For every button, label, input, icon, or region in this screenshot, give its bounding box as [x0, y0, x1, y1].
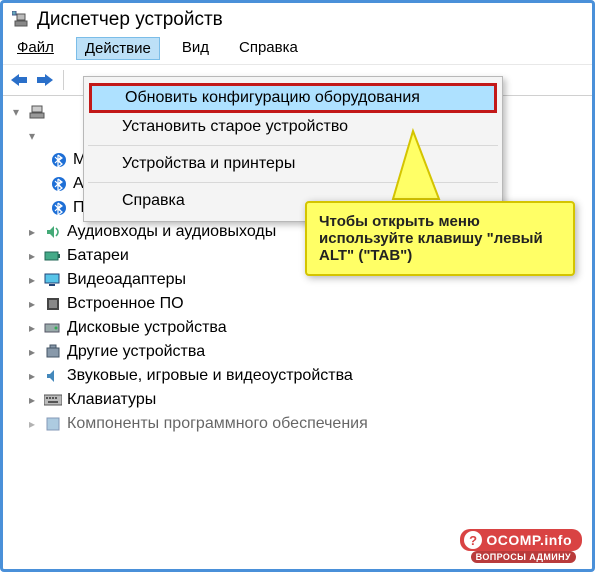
tree-item-label: Дисковые устройства [67, 319, 227, 337]
expander-right-icon[interactable]: ▸ [25, 369, 39, 383]
window-titlebar: Диспетчер устройств [3, 3, 592, 33]
bluetooth-icon [49, 174, 69, 194]
menu-file[interactable]: Файл [9, 37, 62, 60]
expander-right-icon[interactable]: ▸ [25, 393, 39, 407]
expander-right-icon[interactable]: ▸ [25, 345, 39, 359]
watermark-sub: ВОПРОСЫ АДМИНУ [471, 551, 576, 563]
device-manager-icon [11, 10, 31, 30]
battery-icon [43, 246, 63, 266]
other-devices-icon [43, 342, 63, 362]
display-icon [43, 270, 63, 290]
menubar: Файл Действие Вид Справка [3, 33, 592, 65]
sound-icon [43, 366, 63, 386]
expander-right-icon[interactable]: ▸ [25, 321, 39, 335]
nav-back-button[interactable] [7, 68, 31, 92]
window-title: Диспетчер устройств [37, 9, 223, 31]
keyboard-icon [43, 390, 63, 410]
tree-category[interactable]: ▸ Компоненты программного обеспечения [7, 412, 592, 436]
tree-category[interactable]: ▸ Другие устройства [7, 340, 592, 364]
expander-down-icon[interactable]: ▾ [9, 105, 23, 119]
disk-icon [43, 318, 63, 338]
tree-item-label: Звуковые, игровые и видеоустройства [67, 367, 353, 385]
software-icon [43, 414, 63, 434]
watermark-main: OCOMP.info [486, 532, 572, 548]
menu-action[interactable]: Действие [76, 37, 160, 60]
tree-category[interactable]: ▸ Дисковые устройства [7, 316, 592, 340]
tree-item-label: Клавиатуры [67, 391, 156, 409]
expander-right-icon[interactable]: ▸ [25, 417, 39, 431]
tree-category[interactable]: ▸ Клавиатуры [7, 388, 592, 412]
tree-item-label: Аудиовходы и аудиовыходы [67, 223, 276, 241]
tree-item-label: Другие устройства [67, 343, 205, 361]
watermark-question-icon: ? [464, 531, 482, 549]
expander-right-icon[interactable]: ▸ [25, 273, 39, 287]
toolbar-separator [63, 70, 64, 90]
callout-text: Чтобы открыть меню используйте клавишу "… [319, 213, 543, 264]
audio-icon [43, 222, 63, 242]
expander-right-icon[interactable]: ▸ [25, 297, 39, 311]
nav-forward-button[interactable] [33, 68, 57, 92]
bluetooth-icon [49, 150, 69, 170]
watermark: ? OCOMP.info ВОПРОСЫ АДМИНУ [460, 529, 582, 551]
tree-category[interactable]: ▸ Звуковые, игровые и видеоустройства [7, 364, 592, 388]
menu-view[interactable]: Вид [174, 37, 217, 60]
tree-item-label: Батареи [67, 247, 129, 265]
menu-help[interactable]: Справка [231, 37, 306, 60]
tree-category[interactable]: ▸ Встроенное ПО [7, 292, 592, 316]
tree-item-label: Встроенное ПО [67, 295, 184, 313]
computer-icon [27, 102, 47, 122]
expander-down-icon[interactable]: ▾ [25, 129, 39, 143]
bluetooth-icon [49, 198, 69, 218]
expander-right-icon[interactable]: ▸ [25, 249, 39, 263]
firmware-icon [43, 294, 63, 314]
tree-item-label: Компоненты программного обеспечения [67, 415, 368, 433]
tree-item-label: Видеоадаптеры [67, 271, 186, 289]
annotation-callout: Чтобы открыть меню используйте клавишу "… [305, 201, 575, 276]
expander-right-icon[interactable]: ▸ [25, 225, 39, 239]
menu-item-refresh-hardware[interactable]: Обновить конфигурацию оборудования [89, 83, 497, 113]
